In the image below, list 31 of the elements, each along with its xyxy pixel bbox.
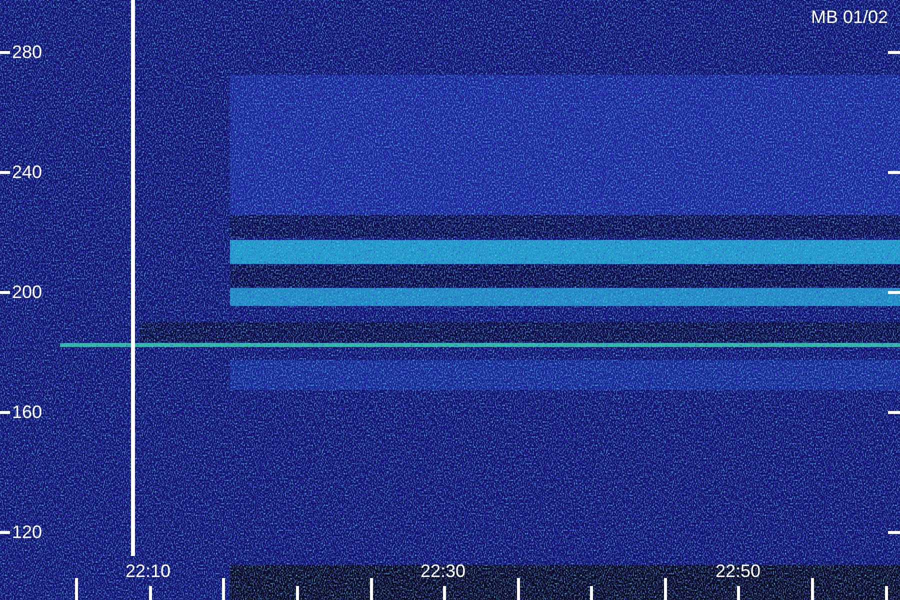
axis-tick [149,586,152,600]
axis-label: 22:10 [125,562,171,580]
axis-tick [75,578,78,600]
axis-tick [0,170,10,174]
axis-tick [888,531,900,534]
panel-title: MB 01/02 [810,8,888,26]
axis-label: 280 [12,43,42,61]
axis-tick [0,530,10,534]
axis-tick [222,578,225,600]
axis-label: 240 [12,163,42,181]
axis-tick [370,578,373,600]
axis-tick [443,586,446,600]
axis-tick [0,410,10,414]
axis-tick [888,171,900,174]
axis-label: 22:50 [715,562,761,580]
axis-label: 160 [12,403,42,421]
axis-label: 200 [12,283,42,301]
axis-tick [888,51,900,54]
axis-tick [0,290,10,294]
axis-tick [885,586,888,600]
axis-label: 22:30 [420,562,466,580]
axis-tick [888,291,900,294]
axis-label: 120 [12,523,42,541]
axis-tick [811,578,814,600]
axis-tick [296,586,299,600]
axis-tick [517,578,520,600]
axis-tick [0,50,10,54]
axis-tick [737,586,740,600]
axis-tick [664,578,667,600]
axis-tick [888,411,900,414]
axis-tick [590,586,593,600]
